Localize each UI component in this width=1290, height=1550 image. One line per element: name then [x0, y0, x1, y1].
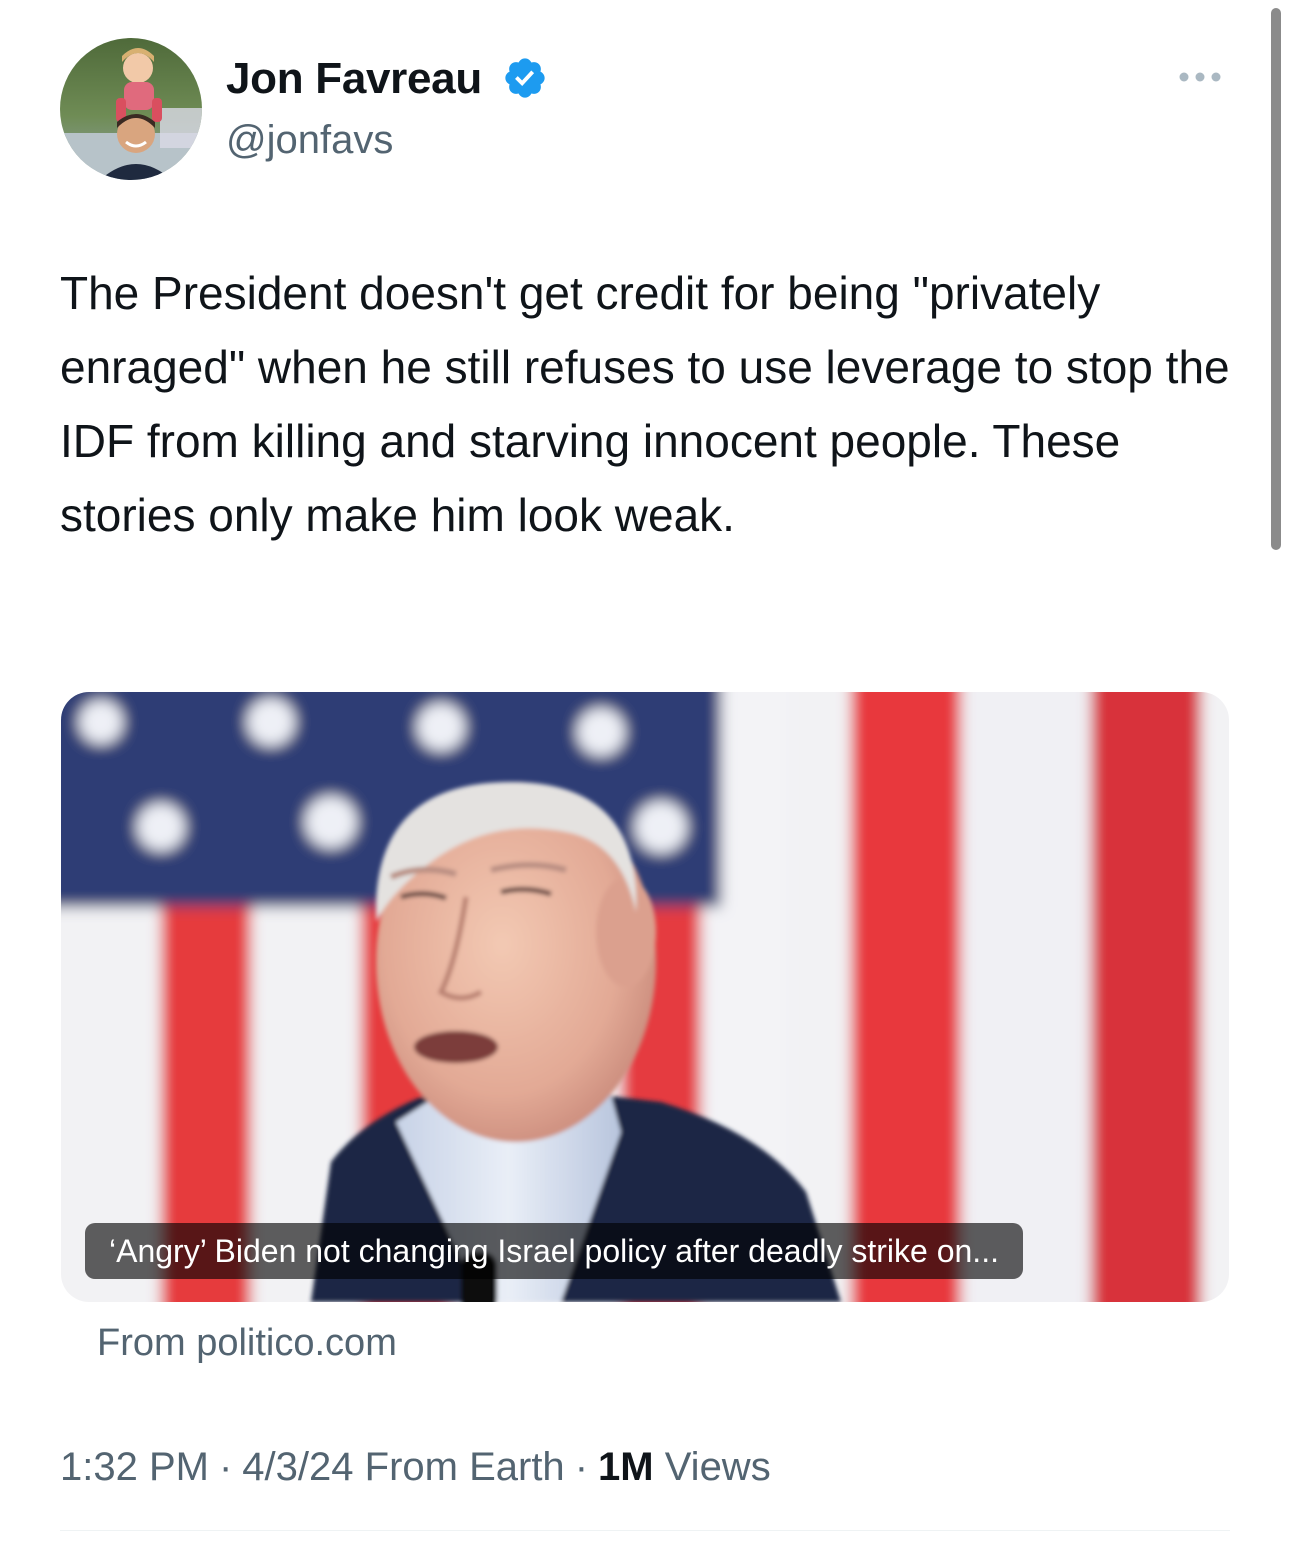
- more-options-button[interactable]: [1170, 60, 1230, 94]
- tweet-meta: 1:32 PM · 4/3/24 From Earth · 1M Views: [60, 1440, 771, 1494]
- views-count: 1M: [598, 1445, 654, 1489]
- views-label: Views: [664, 1445, 771, 1489]
- meta-separator: ·: [218, 1445, 233, 1489]
- divider: [60, 1530, 1230, 1531]
- link-card-source[interactable]: From politico.com: [97, 1318, 397, 1368]
- link-preview-card[interactable]: ‘Angry’ Biden not changing Israel policy…: [61, 692, 1229, 1302]
- tweet-text: The President doesn't get credit for bei…: [60, 267, 1230, 541]
- article-image: [61, 692, 1229, 1302]
- avatar[interactable]: [60, 38, 202, 180]
- tweet-time[interactable]: 1:32 PM: [60, 1445, 209, 1489]
- tweet-date[interactable]: 4/3/24: [242, 1445, 353, 1489]
- tweet-detail-page: Jon Favreau @jonfavs The President doesn…: [0, 0, 1290, 1550]
- more-icon: [1179, 72, 1221, 82]
- meta-separator: ·: [574, 1445, 589, 1489]
- link-card-caption: ‘Angry’ Biden not changing Israel policy…: [85, 1223, 1023, 1279]
- author-name[interactable]: Jon Favreau: [226, 50, 482, 108]
- author-handle[interactable]: @jonfavs: [226, 113, 393, 167]
- tweet-location: From Earth: [364, 1445, 565, 1489]
- verified-badge-icon: [505, 58, 545, 98]
- scrollbar[interactable]: [1271, 8, 1281, 550]
